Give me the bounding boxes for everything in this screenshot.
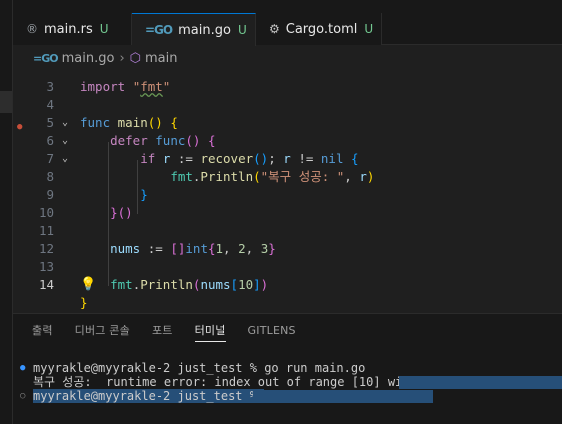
tab-main-go[interactable]: =GO main.go U ✕ — [132, 13, 267, 46]
code-line: 10 }() — [13, 204, 562, 222]
line-number: 10 — [38, 205, 54, 220]
code-line: 14 💡 fmt.Println(nums[10]) — [13, 276, 562, 294]
line-number: 11 — [38, 223, 54, 238]
bottom-panel: 출력 디버그 콘솔 포트 터미널 GITLENS ● myyrakle@myyr… — [13, 313, 562, 424]
line-number: 14 — [38, 277, 54, 292]
rust-icon: ® — [26, 22, 38, 36]
terminal-prompt: myyrakle@myyrakle-2 just_test % — [33, 389, 265, 403]
cube-icon: ⬡ — [129, 50, 141, 66]
line-number: 4 — [46, 97, 54, 112]
breadcrumb: =GO main.go › ⬡ main — [13, 47, 177, 69]
line-number: 5 — [46, 115, 54, 130]
fold-chevron-icon[interactable]: ⌄ — [62, 132, 68, 150]
command-pending-icon: ○ — [20, 391, 26, 401]
tab-cargo-toml[interactable]: ⚙ Cargo.toml U — [256, 13, 382, 45]
line-number: 13 — [38, 259, 54, 274]
line-number: 6 — [46, 133, 54, 148]
tab-terminal[interactable]: 터미널 — [194, 314, 226, 348]
untracked-badge: U — [364, 22, 374, 36]
untracked-badge: U — [99, 22, 109, 36]
tab-label: main.go — [178, 22, 231, 38]
code-line: 3 import "fmt" — [13, 78, 562, 96]
fold-chevron-icon[interactable]: ⌄ — [62, 114, 68, 132]
terminal-line: myyrakle@myyrakle-2 just_test % go run m… — [33, 361, 366, 375]
tab-debug-console[interactable]: 디버그 콘솔 — [75, 314, 130, 348]
tab-gitlens[interactable]: GITLENS — [248, 314, 296, 348]
tab-label: main.rs — [44, 21, 93, 37]
command-success-icon[interactable]: ● — [20, 363, 25, 373]
line-number: 8 — [46, 169, 54, 184]
chevron-right-icon: › — [119, 50, 125, 66]
code-line: 7 ⌄ if r := recover(); r != nil { — [13, 150, 562, 168]
go-icon: =GO — [145, 23, 173, 37]
code-line: 13 — [13, 258, 562, 276]
code-editor[interactable]: 3 import "fmt" 4 ● 5 ⌄ func main() { 6 ⌄… — [13, 70, 562, 312]
code-line: ● 5 ⌄ func main() { — [13, 114, 562, 132]
line-number: 7 — [46, 151, 54, 166]
go-icon: =GO — [33, 51, 59, 65]
code-line: } — [80, 295, 88, 310]
terminal-prompt-line: myyrakle@myyrakle-2 just_test % — [33, 389, 274, 403]
line-number: 9 — [46, 187, 54, 202]
breadcrumb-symbol[interactable]: main — [145, 51, 177, 66]
panel-tabs: 출력 디버그 콘솔 포트 터미널 GITLENS — [13, 314, 318, 348]
code-line: 8 fmt.Println("복구 성공: ", r) — [13, 168, 562, 186]
gear-icon: ⚙ — [269, 22, 280, 36]
code-line: 11 — [13, 222, 562, 240]
tab-label: Cargo.toml — [285, 21, 358, 37]
editor-tab-bar: ® main.rs U =GO main.go U ✕ ⚙ Cargo.toml… — [0, 0, 562, 46]
tab-ports[interactable]: 포트 — [152, 314, 173, 348]
fold-chevron-icon[interactable]: ⌄ — [62, 150, 68, 168]
breadcrumb-file[interactable]: main.go — [62, 51, 115, 66]
line-number: 12 — [38, 241, 54, 256]
code-line: 9 } — [13, 186, 562, 204]
code-line: 12 nums := []int{1, 2, 3} — [13, 240, 562, 258]
line-number: 3 — [46, 79, 54, 94]
tab-main-rs[interactable]: ® main.rs U — [13, 13, 132, 45]
untracked-badge: U — [237, 23, 247, 37]
code-line: 4 — [13, 96, 562, 114]
tab-output[interactable]: 출력 — [32, 314, 53, 348]
activity-strip — [0, 0, 13, 424]
code-line: 6 ⌄ defer func() { — [13, 132, 562, 150]
